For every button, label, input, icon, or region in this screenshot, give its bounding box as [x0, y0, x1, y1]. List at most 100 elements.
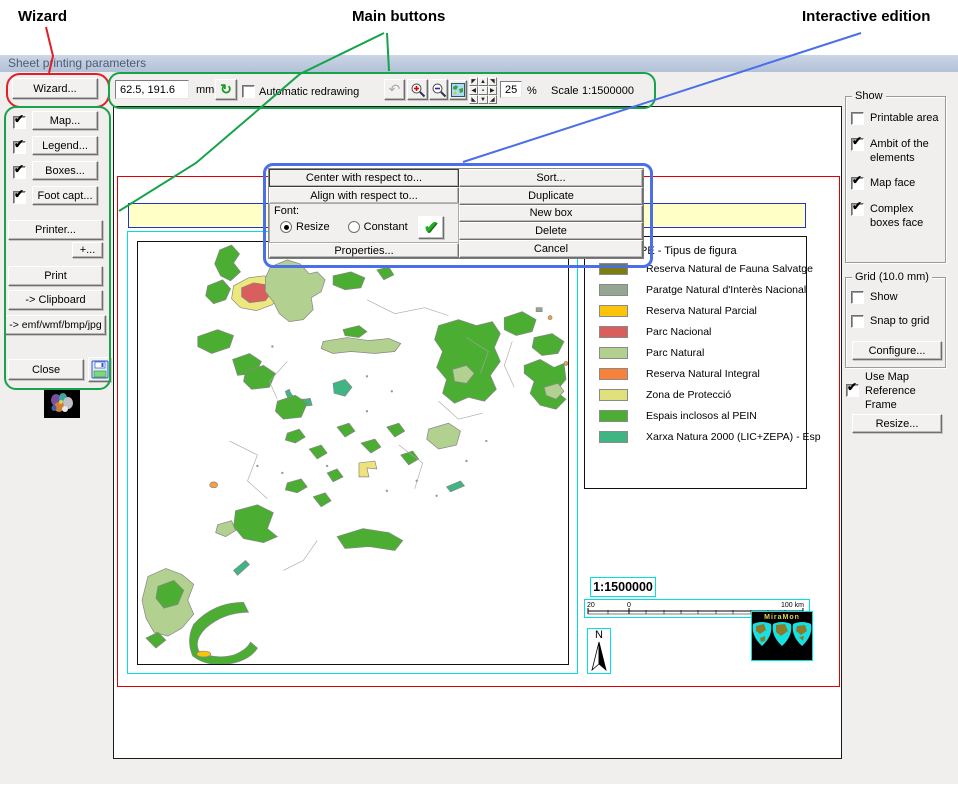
menu-item-properties[interactable]: Properties...	[269, 243, 459, 258]
printer-button[interactable]: Printer...	[8, 220, 103, 240]
map-face[interactable]	[137, 241, 569, 665]
font-option[interactable]: Resize	[280, 221, 330, 233]
menu-right-items: Sort...DuplicateNew boxDeleteCancel	[459, 169, 643, 258]
print-button[interactable]: Print	[8, 266, 103, 286]
toggle-checkbox[interactable]: ✔	[13, 141, 26, 154]
scale-label: Scale	[551, 85, 579, 98]
legend-swatch	[599, 389, 628, 401]
check-mark: ✔	[14, 138, 24, 151]
app-logo	[44, 390, 80, 418]
toggle-row: ✔ Boxes...	[4, 160, 107, 185]
pan-up-right-icon[interactable]: ◥	[488, 77, 497, 86]
legend-item-label: Reserva Natural Integral	[646, 368, 760, 380]
pan-up-icon[interactable]: ▲	[478, 77, 487, 86]
refresh-button[interactable]: ↻	[215, 79, 237, 100]
export-image-button[interactable]: -> emf/wmf/bmp/jpg	[5, 315, 106, 335]
map-logo-globes	[752, 622, 812, 660]
full-extent-button[interactable]	[449, 80, 467, 100]
legend-swatch	[599, 347, 628, 359]
wizard-annotation-label: Wizard	[18, 8, 67, 25]
legend-item-label: Reserva Natural Parcial	[646, 305, 757, 317]
pan-down-left-icon[interactable]: ◣	[469, 95, 478, 104]
pan-down-right-icon[interactable]: ◢	[488, 95, 497, 104]
pan-left-icon[interactable]: ◀	[469, 86, 478, 95]
toggle-button[interactable]: Map...	[32, 111, 98, 130]
save-button[interactable]	[88, 357, 111, 382]
legend-item: Reserva Natural Integral	[599, 369, 821, 379]
legend-box[interactable]: PE - Tipus de figura Reserva Natural de …	[584, 236, 807, 489]
undo-button[interactable]: ↶	[384, 79, 405, 100]
checkbox[interactable]: ✔	[851, 138, 864, 151]
auto-redraw-checkbox[interactable]	[242, 85, 255, 98]
checkbox[interactable]	[851, 315, 864, 328]
scale-bar-right-label: 100 km	[781, 602, 804, 609]
menu-item[interactable]: New box	[459, 205, 643, 223]
app-logo-image	[44, 390, 80, 418]
checkbox[interactable]: ✔	[851, 177, 864, 190]
show-option-label: Complex boxes face	[870, 203, 943, 231]
toggle-button[interactable]: Legend...	[32, 136, 98, 155]
close-button[interactable]: Close	[8, 359, 84, 380]
menu-item[interactable]: Duplicate	[459, 187, 643, 205]
checkbox[interactable]	[851, 112, 864, 125]
left-toggle-list: ✔ Map... ✔ Legend... ✔ Boxes... ✔ Foot capt...	[4, 110, 107, 210]
interactive-edition-menu: Center with respect to...Align with resp…	[268, 168, 644, 259]
interactive-edition-annotation-label: Interactive edition	[802, 8, 930, 25]
check-icon: ✔	[424, 218, 438, 238]
pan-right-icon[interactable]: ▶	[488, 86, 497, 95]
coordinates-field[interactable]: 62.5, 191.6	[115, 80, 189, 99]
use-map-frame-checkbox[interactable]: ✔	[846, 384, 859, 397]
sheet-printing-window: Wizard Main buttons Interactive edition …	[0, 0, 958, 800]
menu-item[interactable]: Align with respect to...	[269, 187, 459, 204]
radio-button[interactable]	[348, 221, 360, 233]
zoom-in-button[interactable]	[407, 79, 428, 100]
pan-center-icon[interactable]: ▪	[478, 86, 487, 95]
menu-item[interactable]: Sort...	[459, 169, 643, 187]
font-apply-button[interactable]: ✔	[418, 216, 444, 239]
show-group-title: Show	[852, 90, 886, 102]
pan-pad[interactable]: ◤▲◥ ◀▪▶ ◣▼◢	[469, 77, 497, 104]
checkbox[interactable]: ✔	[851, 203, 864, 216]
check-mark: ✔	[847, 381, 857, 394]
auto-redraw-label: Automatic redrawing	[259, 86, 359, 99]
check-mark: ✔	[852, 174, 862, 187]
radio-button[interactable]	[280, 221, 292, 233]
menu-item[interactable]: Center with respect to...	[269, 169, 459, 187]
legend-item-label: Zona de Protecció	[646, 389, 731, 401]
north-arrow-box[interactable]: N	[587, 628, 611, 674]
toggle-button[interactable]: Boxes...	[32, 161, 98, 180]
scale-value: 1:1500000	[582, 85, 634, 98]
pan-down-icon[interactable]: ▼	[478, 95, 487, 104]
toggle-checkbox[interactable]: ✔	[13, 166, 26, 179]
show-option: Printable area	[851, 112, 943, 126]
show-option-label: Ambit of the elements	[870, 138, 943, 166]
menu-item[interactable]: Cancel	[459, 240, 643, 258]
toggle-checkbox[interactable]: ✔	[13, 191, 26, 204]
configure-grid-button[interactable]: Configure...	[852, 341, 942, 360]
menu-item[interactable]: Delete	[459, 222, 643, 240]
toggle-checkbox[interactable]: ✔	[13, 116, 26, 129]
map-logo-box[interactable]: MiraMon	[751, 611, 813, 661]
check-mark: ✔	[14, 113, 24, 126]
show-option-label: Printable area	[870, 112, 939, 126]
add-printer-button[interactable]: +...	[72, 242, 103, 258]
grid-option-label: Show	[870, 291, 898, 305]
zoom-percent-field[interactable]: 25	[500, 81, 522, 98]
legend-item-label: Parc Nacional	[646, 326, 711, 338]
clipboard-button[interactable]: -> Clipboard	[8, 290, 103, 310]
font-option[interactable]: Constant	[348, 221, 408, 233]
wizard-button[interactable]: Wizard...	[12, 78, 98, 99]
resize-button[interactable]: Resize...	[852, 414, 942, 433]
font-option-label: Resize	[296, 221, 330, 233]
legend-item: Zona de Protecció	[599, 390, 821, 400]
grid-group-items: ShowSnap to grid	[851, 291, 943, 329]
toggle-button[interactable]: Foot capt...	[32, 186, 98, 205]
legend-item: Xarxa Natura 2000 (LIC+ZEPA) - Esp	[599, 432, 821, 442]
checkbox[interactable]	[851, 291, 864, 304]
legend-swatch	[599, 284, 628, 296]
map-scale-text[interactable]: 1:1500000	[590, 577, 656, 597]
use-map-frame-row: ✔ Use Map Reference Frame	[846, 371, 946, 412]
legend-swatch	[599, 305, 628, 317]
pan-up-left-icon[interactable]: ◤	[469, 77, 478, 86]
zoom-out-button[interactable]	[429, 79, 448, 100]
